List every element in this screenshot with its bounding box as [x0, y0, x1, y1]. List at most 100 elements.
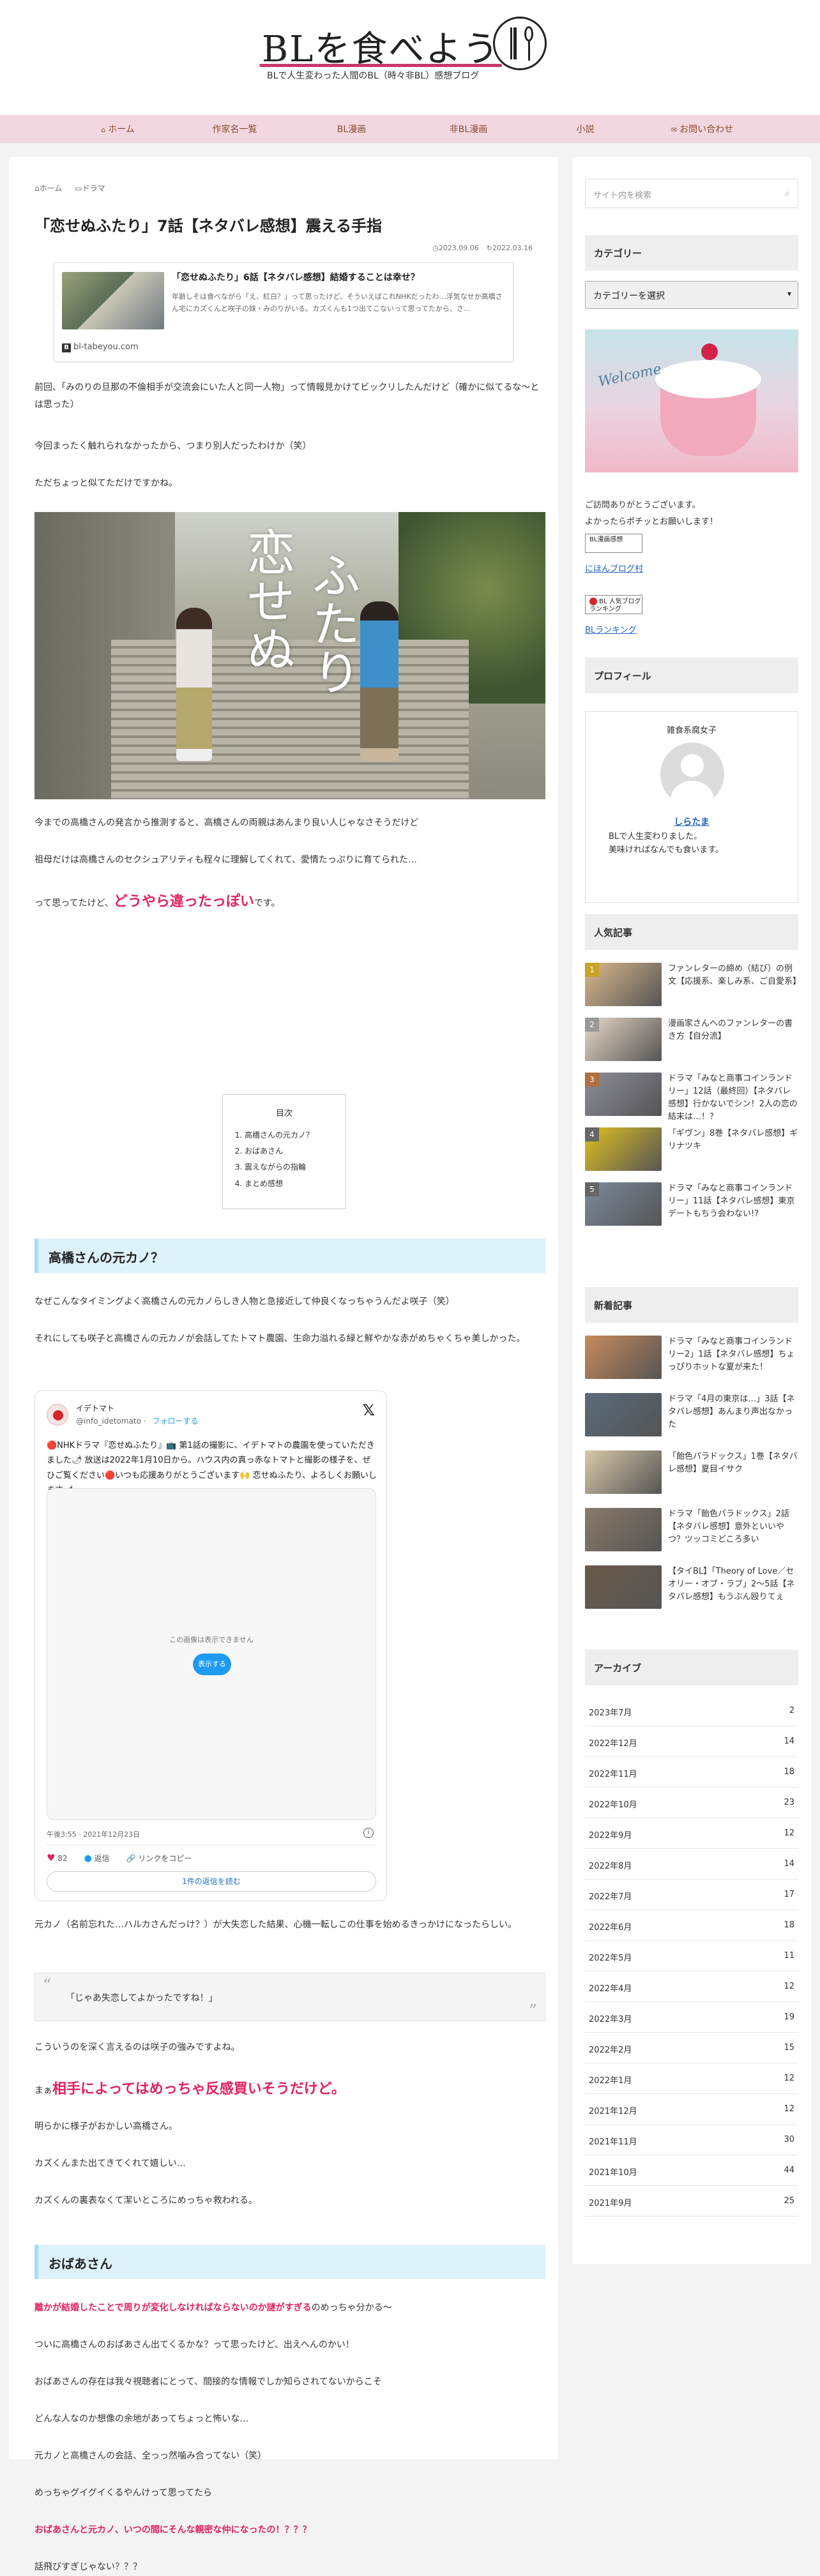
paragraph: カズくんまた出てきてくれて嬉しい…	[34, 2158, 186, 2169]
archive-item[interactable]: 2022年2月 15	[585, 2033, 798, 2063]
breadcrumb-drama[interactable]: ▭ドラマ	[75, 183, 105, 193]
paragraph: ただちょっと似てただけですかね。	[34, 478, 178, 488]
nav-authors[interactable]: 作家名一覧	[176, 123, 293, 135]
profile-card: 雑食系腐女子 しらたま BLで人生変わりました。 美味ければなんでも食います。	[585, 711, 798, 903]
archive-count: 18	[784, 1767, 794, 1777]
popular-article-title: 漫画家さんへのファンレターの書き方【自分流】	[668, 1019, 793, 1042]
archive-item[interactable]: 2022年8月 14	[585, 1849, 798, 1879]
nav-non-bl-manga[interactable]: 非BL漫画	[410, 123, 527, 135]
tweet-author-name[interactable]: イデトマト	[76, 1403, 114, 1413]
toc-item[interactable]: 震えながらの指輪	[245, 1159, 345, 1175]
archive-month: 2022年2月	[589, 2045, 632, 2055]
highlight-paragraph: って思ってたけど、どうやら違ったっぽいです。	[34, 894, 280, 910]
breadcrumb-home[interactable]: ⌂ホーム	[34, 183, 62, 193]
archive-count: 30	[784, 2135, 794, 2144]
archive-item[interactable]: 2021年11月 30	[585, 2125, 798, 2155]
x-logo-icon[interactable]: 𝕏	[363, 1401, 375, 1419]
archive-item[interactable]: 2022年1月 12	[585, 2063, 798, 2094]
archive-item[interactable]: 2022年12月 14	[585, 1726, 798, 1757]
reply-button[interactable]: ● 返信	[84, 1853, 110, 1864]
divider	[47, 1844, 376, 1845]
archive-count: 2	[789, 1706, 794, 1715]
rank-badge: 5	[585, 1182, 599, 1196]
archive-item[interactable]: 2021年9月 25	[585, 2186, 798, 2217]
hero-title-1: 恋せぬ	[238, 527, 296, 673]
new-article-item[interactable]: ドラマ「飴色パラドックス」2話【ネタバレ感想】意外といいやつ？ツッコミどころ多い	[585, 1508, 798, 1556]
article-thumbnail	[585, 1336, 662, 1379]
info-icon[interactable]: i	[363, 1828, 374, 1838]
blogmura-badge[interactable]: BL漫画感想	[585, 534, 642, 553]
popular-article-item[interactable]: 4 「ギヴン」8巻【ネタバレ感想】ギリナツキ	[585, 1127, 798, 1176]
archive-item[interactable]: 2022年9月 12	[585, 1818, 798, 1849]
profile-name-link[interactable]: しらたま	[586, 815, 798, 828]
search-input[interactable]: サイト内を検索 ⌕	[585, 179, 798, 208]
archive-count: 12	[784, 1828, 794, 1838]
blogmura-link[interactable]: にほんブログ村	[585, 562, 643, 574]
archive-item[interactable]: 2023年7月 2	[585, 1696, 798, 1726]
close-quote-icon: ”	[528, 2001, 537, 2021]
article-thumbnail	[585, 1450, 662, 1494]
popular-article-item[interactable]: 3 ドラマ「みなと商事コインランドリー」12話（最終回）【ネタバレ感想】行かないで…	[585, 1073, 798, 1122]
search-icon[interactable]: ⌕	[785, 188, 790, 199]
site-header: BLを食べよう BLで人生変わった人間のBL（時々非BL）感想ブログ	[0, 0, 820, 115]
tweet-timestamp[interactable]: 午後3:55 · 2021年12月23日	[47, 1829, 140, 1839]
popular-article-item[interactable]: 2 漫画家さんへのファンレターの書き方【自分流】	[585, 1018, 798, 1066]
archive-item[interactable]: 2022年3月 19	[585, 2002, 798, 2033]
tweet-avatar[interactable]	[47, 1404, 68, 1426]
popular-article-title: ファンレターの締め（結び）の例文【応援系、楽しみ系、ご自愛系】	[668, 964, 801, 987]
toc-item[interactable]: 高橋さんの元カノ？	[245, 1127, 345, 1143]
rank-badge: 4	[585, 1127, 599, 1141]
site-subtitle: BLで人生変わった人間のBL（時々非BL）感想ブログ	[267, 71, 480, 81]
bl-ranking-link[interactable]: BLランキング	[585, 623, 637, 635]
paragraph: 祖母だけは高橋さんのセクシュアリティも程々に理解してくれて、愛情たっぷりに育てら…	[34, 855, 417, 865]
popular-article-title: ドラマ「みなと商事コインランドリー」12話（最終回）【ネタバレ感想】行かないでシ…	[668, 1074, 798, 1122]
nav-home[interactable]: ⌂ ホーム	[59, 123, 176, 135]
nav-bl-manga[interactable]: BL漫画	[293, 123, 410, 135]
toc-item[interactable]: まとめ感想	[245, 1176, 345, 1192]
card-excerpt: 年齢しそは食べながら「え、紅白？」って思ったけど、そういえばこれNHKだったわ……	[172, 292, 503, 313]
tweet-follow-link[interactable]: フォローする	[152, 1417, 198, 1426]
home-icon: ⌂	[34, 184, 40, 193]
archive-count: 18	[784, 1920, 794, 1930]
category-select[interactable]: カテゴリーを選択 ▾	[585, 281, 798, 309]
archive-item[interactable]: 2022年11月 18	[585, 1757, 798, 1788]
popular-article-item[interactable]: 5 ドラマ「みなと商事コインランドリー」11話【ネタバレ感想】東京デートもちう会わ…	[585, 1182, 798, 1231]
card-title: 「恋せぬふたり」6話【ネタバレ感想】結婚することは幸せ？	[172, 273, 420, 283]
archive-month: 2022年11月	[589, 1770, 637, 1779]
archive-item[interactable]: 2022年6月 18	[585, 1910, 798, 1941]
archive-month: 2022年5月	[589, 1954, 632, 1963]
new-article-item[interactable]: 【タイBL】「Theory of Love／セオリー・オブ・ラブ」2〜5話【ネタ…	[585, 1565, 798, 1614]
sidebar: サイト内を検索 ⌕ カテゴリー カテゴリーを選択 ▾ Welcome ご訪問あり…	[572, 157, 811, 2264]
embedded-tweet[interactable]: イデトマト @info_idetomato · フォローする 𝕏 🔴NHKドラマ…	[34, 1390, 387, 1901]
new-article-item[interactable]: ドラマ「みなと商事コインランドリー2」1話【ネタバレ感想】ちょっぴりホットな夏が…	[585, 1336, 798, 1384]
archive-count: 14	[784, 1859, 794, 1869]
popular-article-item[interactable]: 1 ファンレターの締め（結び）の例文【応援系、楽しみ系、ご自愛系】	[585, 963, 801, 1011]
related-article-card[interactable]: 「恋せぬふたり」6話【ネタバレ感想】結婚することは幸せ？ 年齢しそは食べながら「…	[54, 262, 513, 362]
nav-contact[interactable]: ✉ お問い合わせ	[644, 123, 761, 135]
paragraph: こういうのを深く言えるのは咲子の強みですよね。	[34, 2042, 240, 2053]
archive-item[interactable]: 2022年5月 11	[585, 1941, 798, 1971]
like-button[interactable]: ♥ 82	[47, 1852, 68, 1864]
read-replies-button[interactable]: 1件の返信を読む	[47, 1871, 376, 1892]
archive-item[interactable]: 2022年7月 17	[585, 1879, 798, 1910]
new-article-item[interactable]: ドラマ「4月の東京は…」3話【ネタバレ感想】あんまり声出なかった	[585, 1393, 798, 1442]
toc-item[interactable]: おばあさん	[245, 1143, 345, 1159]
paragraph: どんな人なのか想像の余地があってちょっと怖いな…	[34, 2414, 249, 2424]
chevron-down-icon: ▾	[787, 289, 791, 298]
paragraph: なぜこんなタイミングよく高橋さんの元カノらしき人物と急接近して仲良くなっちゃうん…	[34, 1297, 455, 1307]
blockquote: “ 「じゃあ失恋してよかったですね！」 ”	[34, 1973, 545, 2021]
bl-ranking-badge[interactable]: BL 人気ブログランキング	[585, 595, 642, 614]
archive-item[interactable]: 2022年10月 23	[585, 1788, 798, 1818]
tweet-media[interactable]: この画像は表示できません 表示する	[47, 1488, 376, 1820]
archive-month: 2022年8月	[589, 1862, 632, 1871]
archive-item[interactable]: 2021年12月 12	[585, 2094, 798, 2125]
media-show-button[interactable]: 表示する	[193, 1653, 231, 1675]
site-logo[interactable]: BLを食べよう BLで人生変わった人間のBL（時々非BL）感想ブログ	[255, 17, 568, 87]
rank-badge: 2	[585, 1018, 599, 1032]
popular-article-title: 「ギヴン」8巻【ネタバレ感想】ギリナツキ	[668, 1129, 798, 1152]
archive-item[interactable]: 2022年4月 12	[585, 1971, 798, 2002]
nav-novel[interactable]: 小説	[527, 123, 644, 135]
archive-item[interactable]: 2021年10月 44	[585, 2155, 798, 2186]
new-article-item[interactable]: 「飴色パラドックス」1巻【ネタバレ感想】夏目イサク	[585, 1450, 798, 1499]
copy-link-button[interactable]: 🔗 リンクをコピー	[126, 1853, 192, 1864]
